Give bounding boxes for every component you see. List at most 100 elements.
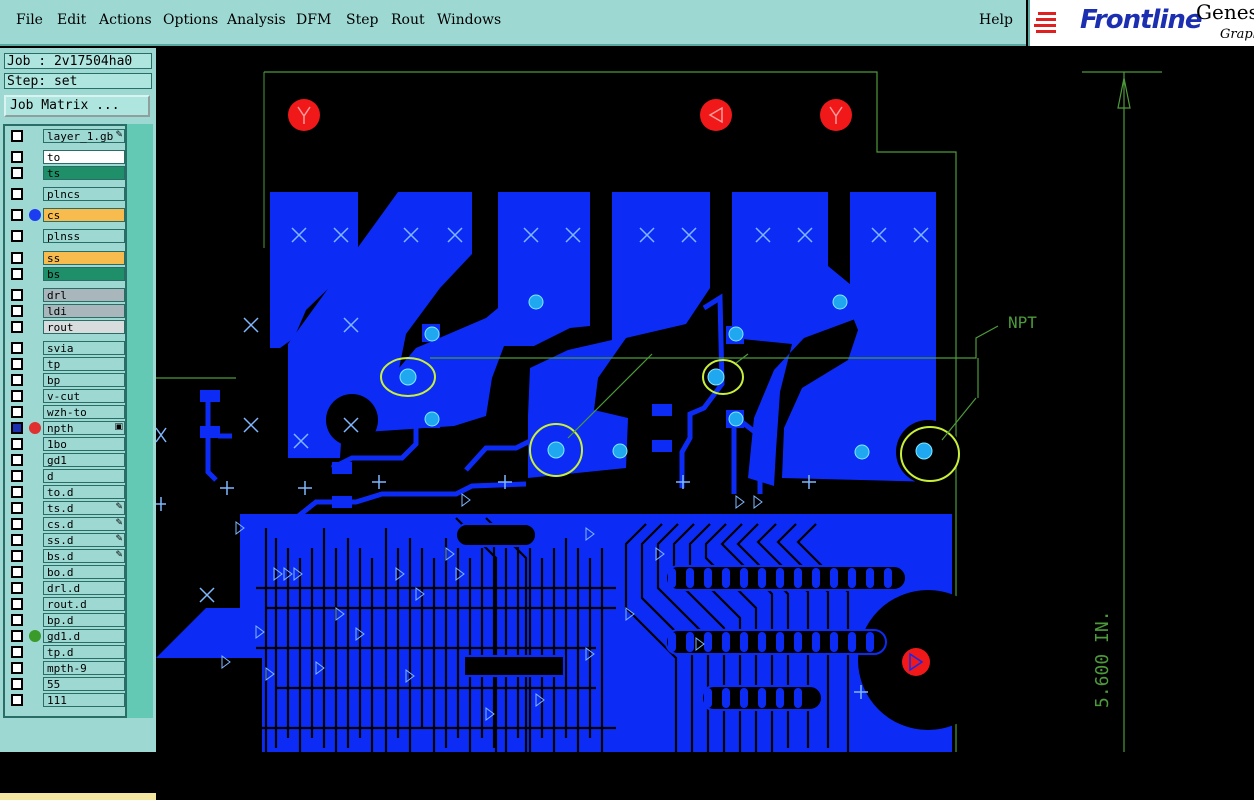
layer-name[interactable]: 1bo: [43, 437, 125, 451]
layer-row-bp-d[interactable]: bp.d: [7, 612, 127, 628]
layer-row-to[interactable]: to: [7, 149, 127, 165]
layer-row-bp[interactable]: bp: [7, 372, 127, 388]
layer-checkbox[interactable]: [11, 486, 23, 498]
layer-name[interactable]: cs.d: [43, 517, 125, 531]
layer-checkbox[interactable]: [11, 422, 23, 434]
layer-checkbox[interactable]: [11, 614, 23, 626]
layer-row-tp-d[interactable]: tp.d: [7, 644, 127, 660]
menu-options[interactable]: Options: [163, 12, 218, 28]
layer-row-drl[interactable]: drl: [7, 287, 127, 303]
graphic-editor-canvas[interactable]: NPT 5.600 IN.: [155, 48, 1254, 752]
layer-row-gd1[interactable]: gd1: [7, 452, 127, 468]
layer-checkbox[interactable]: [11, 130, 23, 142]
layer-row-bs-d[interactable]: bs.d ✎: [7, 548, 127, 564]
menu-actions[interactable]: Actions: [99, 12, 152, 28]
layer-list-scroll-strip[interactable]: [127, 124, 153, 718]
layer-checkbox[interactable]: [11, 321, 23, 333]
layer-name[interactable]: ldi: [43, 304, 125, 318]
menu-file[interactable]: File: [16, 12, 43, 28]
layer-row-bo-d[interactable]: bo.d: [7, 564, 127, 580]
layer-name[interactable]: bp: [43, 373, 125, 387]
layer-name[interactable]: drl: [43, 288, 125, 302]
layer-checkbox[interactable]: [11, 662, 23, 674]
layer-checkbox[interactable]: [11, 406, 23, 418]
layer-name[interactable]: bs.d: [43, 549, 125, 563]
layer-name[interactable]: rout: [43, 320, 125, 334]
layer-checkbox[interactable]: [11, 694, 23, 706]
menu-rout[interactable]: Rout: [391, 12, 425, 28]
layer-name[interactable]: rout.d: [43, 597, 125, 611]
layer-name[interactable]: bp.d: [43, 613, 125, 627]
layer-name[interactable]: wzh-to: [43, 405, 125, 419]
layer-checkbox[interactable]: [11, 209, 23, 221]
layer-name[interactable]: gd1: [43, 453, 125, 467]
menu-help[interactable]: Help: [979, 12, 1013, 28]
layer-row-to-d[interactable]: to.d: [7, 484, 127, 500]
layer-row-tp[interactable]: tp: [7, 356, 127, 372]
menu-edit[interactable]: Edit: [57, 12, 86, 28]
layer-checkbox[interactable]: [11, 646, 23, 658]
layer-checkbox[interactable]: [11, 582, 23, 594]
menu-windows[interactable]: Windows: [437, 12, 501, 28]
layer-name[interactable]: plnss: [43, 229, 125, 243]
layer-checkbox[interactable]: [11, 534, 23, 546]
layer-name[interactable]: v-cut: [43, 389, 125, 403]
layer-row-cs-d[interactable]: cs.d ✎: [7, 516, 127, 532]
layer-row-55[interactable]: 55: [7, 676, 127, 692]
layer-name[interactable]: 55: [43, 677, 125, 691]
layer-checkbox[interactable]: [11, 358, 23, 370]
layer-row-npth[interactable]: npth ▣: [7, 420, 127, 436]
layer-row-v-cut[interactable]: v-cut: [7, 388, 127, 404]
layer-checkbox[interactable]: [11, 454, 23, 466]
layer-row-ldi[interactable]: ldi: [7, 303, 127, 319]
layer-name[interactable]: bs: [43, 267, 125, 281]
menu-analysis[interactable]: Analysis: [227, 12, 286, 28]
layer-name[interactable]: cs: [43, 208, 125, 222]
layer-name[interactable]: svia: [43, 341, 125, 355]
layer-name[interactable]: ss.d: [43, 533, 125, 547]
layer-checkbox[interactable]: [11, 252, 23, 264]
layer-checkbox[interactable]: [11, 630, 23, 642]
layer-name[interactable]: to: [43, 150, 125, 164]
layer-name[interactable]: npth: [43, 421, 125, 435]
layer-name[interactable]: tp: [43, 357, 125, 371]
layer-row-mpth-9[interactable]: mpth-9: [7, 660, 127, 676]
layer-name[interactable]: bo.d: [43, 565, 125, 579]
layer-checkbox[interactable]: [11, 598, 23, 610]
layer-checkbox[interactable]: [11, 470, 23, 482]
layer-checkbox[interactable]: [11, 374, 23, 386]
layer-checkbox[interactable]: [11, 566, 23, 578]
layer-checkbox[interactable]: [11, 289, 23, 301]
layer-name[interactable]: d: [43, 469, 125, 483]
layer-checkbox[interactable]: [11, 438, 23, 450]
layer-checkbox[interactable]: [11, 678, 23, 690]
layer-row-wzh-to[interactable]: wzh-to: [7, 404, 127, 420]
layer-checkbox[interactable]: [11, 518, 23, 530]
layer-checkbox[interactable]: [11, 305, 23, 317]
layer-row-svia[interactable]: svia: [7, 340, 127, 356]
layer-checkbox[interactable]: [11, 151, 23, 163]
layer-row-plncs[interactable]: plncs: [7, 186, 127, 202]
layer-name[interactable]: ss: [43, 251, 125, 265]
layer-row-cs[interactable]: cs: [7, 207, 127, 223]
layer-name[interactable]: mpth-9: [43, 661, 125, 675]
layer-row-rout[interactable]: rout: [7, 319, 127, 335]
layer-name[interactable]: plncs: [43, 187, 125, 201]
layer-name[interactable]: 111: [43, 693, 125, 707]
menu-step[interactable]: Step: [346, 12, 378, 28]
layer-row-ss[interactable]: ss: [7, 250, 127, 266]
layer-checkbox[interactable]: [11, 230, 23, 242]
layer-row-ss-d[interactable]: ss.d ✎: [7, 532, 127, 548]
layer-row-1bo[interactable]: 1bo: [7, 436, 127, 452]
layer-checkbox[interactable]: [11, 268, 23, 280]
layer-name[interactable]: tp.d: [43, 645, 125, 659]
layer-checkbox[interactable]: [11, 390, 23, 402]
layer-row-ts[interactable]: ts: [7, 165, 127, 181]
layer-name[interactable]: ts.d: [43, 501, 125, 515]
layer-name[interactable]: ts: [43, 166, 125, 180]
layer-checkbox[interactable]: [11, 550, 23, 562]
layer-row-drl-d[interactable]: drl.d: [7, 580, 127, 596]
layer-checkbox[interactable]: [11, 167, 23, 179]
layer-checkbox[interactable]: [11, 502, 23, 514]
menu-dfm[interactable]: DFM: [296, 12, 331, 28]
